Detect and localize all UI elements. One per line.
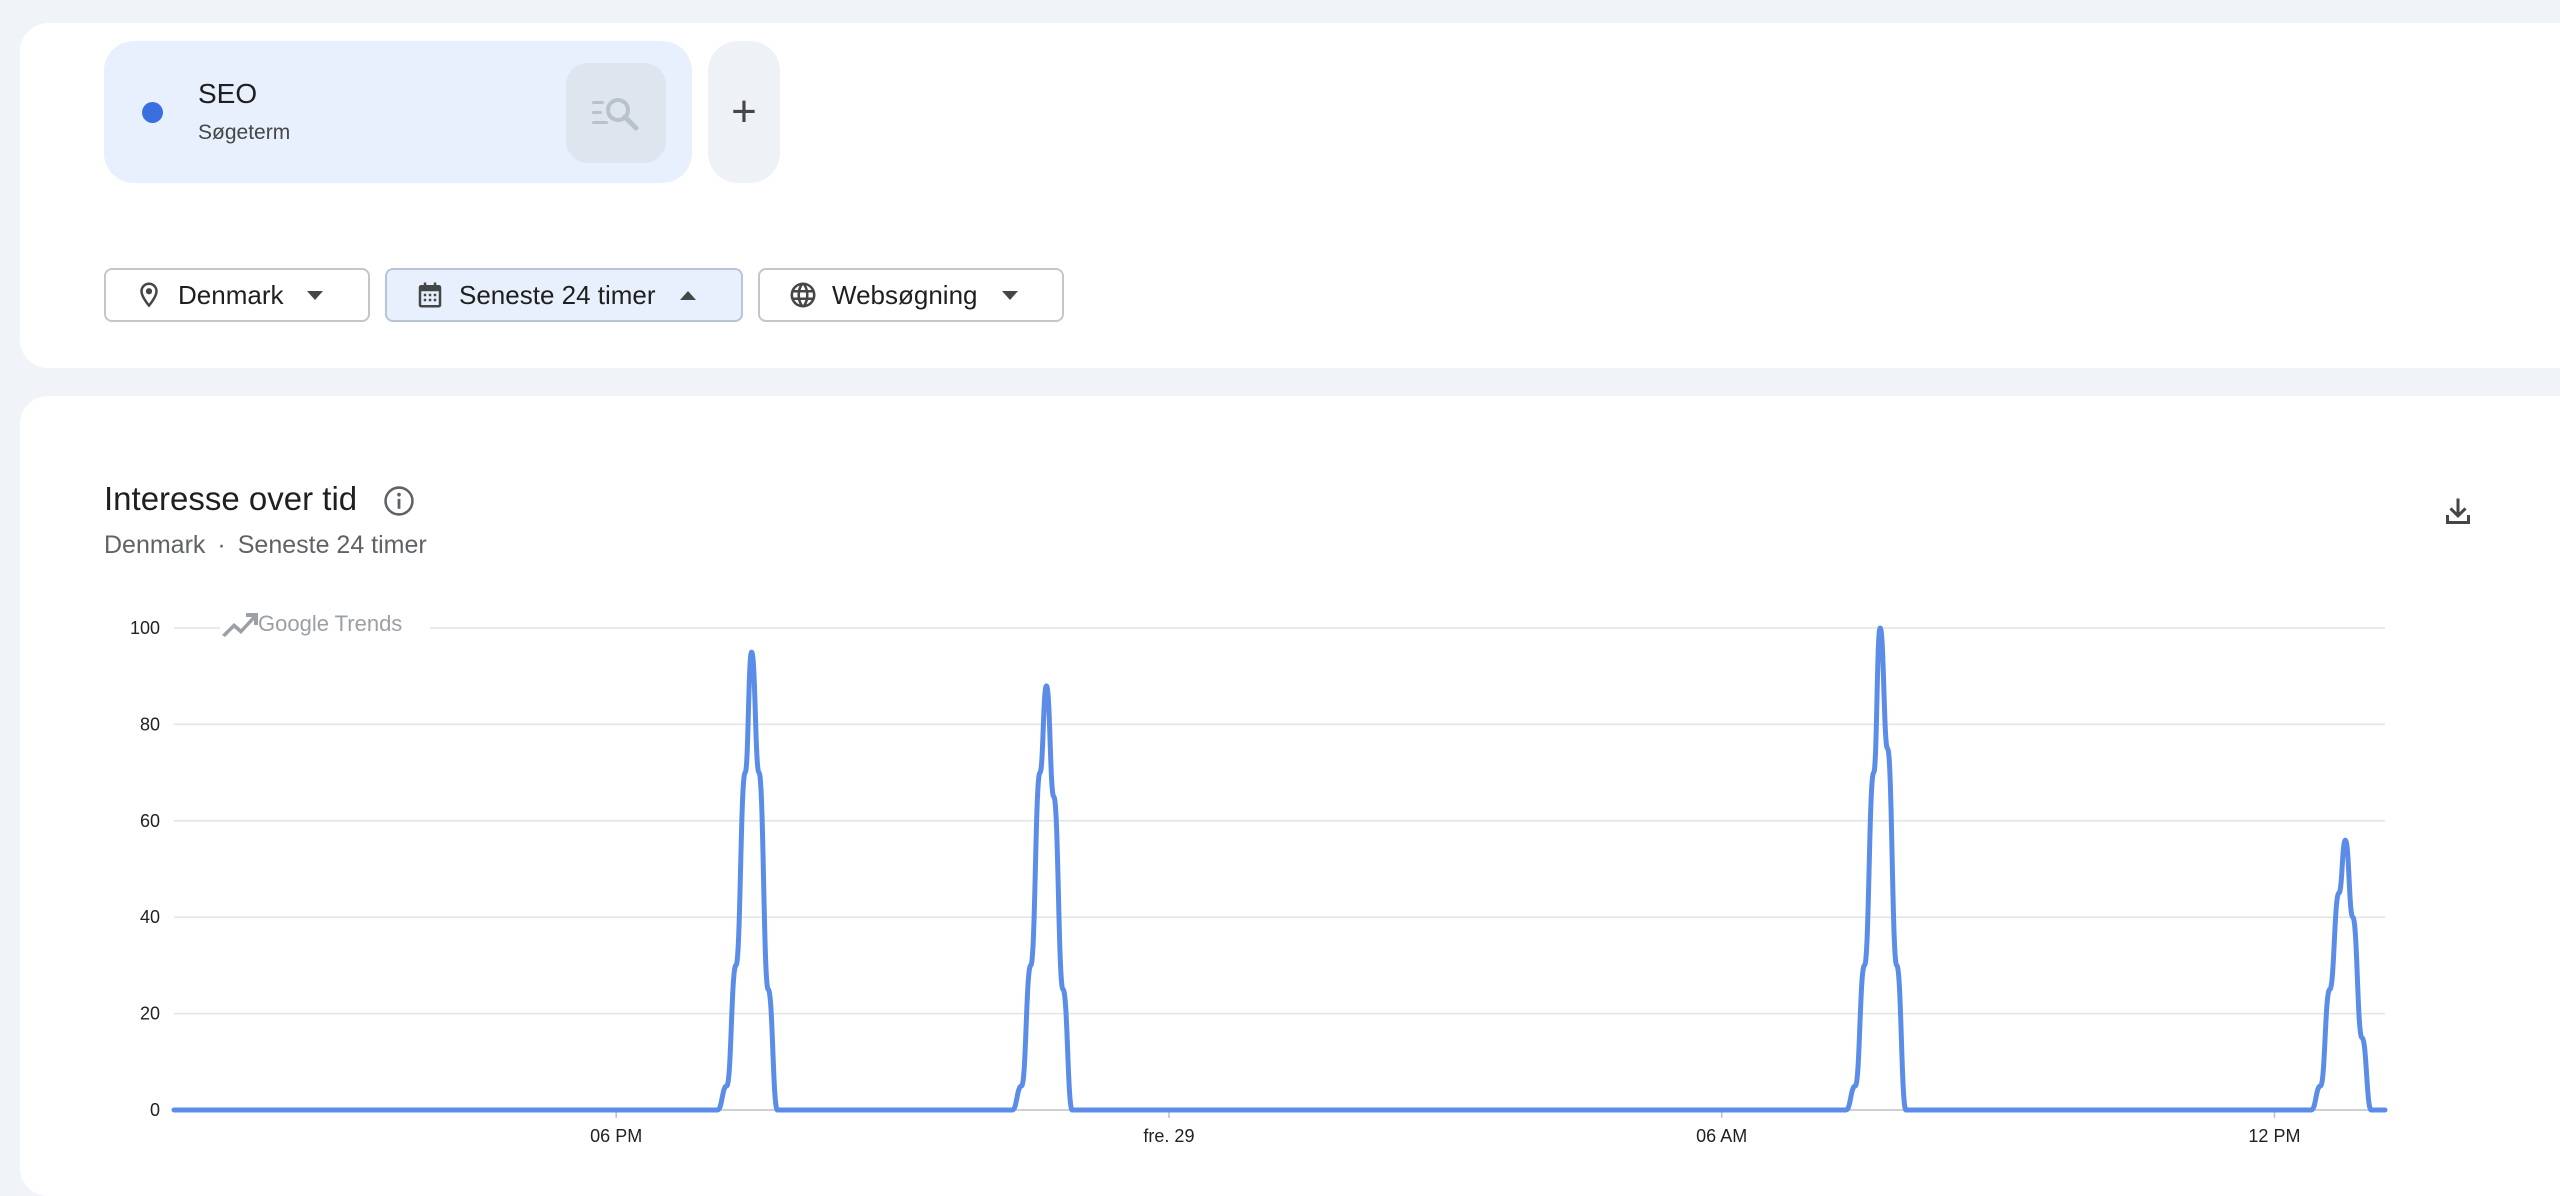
search-panel: SEO Søgeterm + Denmark Seneste 24 timer bbox=[20, 23, 2560, 368]
time-range-filter-dropdown[interactable]: Seneste 24 timer bbox=[385, 268, 743, 322]
calendar-icon bbox=[415, 280, 445, 310]
chevron-up-icon bbox=[679, 290, 696, 300]
y-tick-label: 20 bbox=[140, 1004, 160, 1024]
y-tick-label: 60 bbox=[140, 811, 160, 831]
chevron-down-icon bbox=[1001, 290, 1018, 300]
globe-icon bbox=[788, 280, 818, 310]
google-trends-watermark: Google Trends bbox=[220, 606, 430, 642]
search-type-filter-dropdown[interactable]: Websøgning bbox=[758, 268, 1064, 322]
time-range-filter-label: Seneste 24 timer bbox=[459, 279, 656, 310]
search-term-chip[interactable]: SEO Søgeterm bbox=[104, 41, 692, 183]
search-list-icon bbox=[592, 98, 639, 131]
add-comparison-button[interactable]: + bbox=[708, 41, 780, 183]
search-type-filter-label: Websøgning bbox=[832, 279, 978, 310]
location-pin-icon bbox=[134, 280, 164, 310]
interest-series-line bbox=[171, 625, 2388, 1113]
series-color-dot bbox=[142, 102, 163, 123]
x-tick-label: 06 PM bbox=[590, 1126, 642, 1146]
interest-line-chart: 0 20 40 60 80 100 06 PM fre. 29 06 AM 12 PM Googl… bbox=[130, 606, 2388, 1146]
y-tick-label: 100 bbox=[130, 618, 160, 638]
x-tick-label: 06 AM bbox=[1696, 1126, 1747, 1146]
y-tick-label: 80 bbox=[140, 714, 160, 734]
plus-icon: + bbox=[731, 87, 757, 136]
search-refine-button[interactable] bbox=[566, 63, 666, 163]
search-term-name: SEO bbox=[198, 78, 258, 109]
x-tick-label: fre. 29 bbox=[1143, 1126, 1194, 1146]
chevron-down-icon bbox=[307, 290, 324, 300]
location-filter-dropdown[interactable]: Denmark bbox=[104, 268, 370, 322]
y-tick-label: 40 bbox=[140, 907, 160, 927]
location-filter-label: Denmark bbox=[178, 279, 284, 310]
y-tick-label: 0 bbox=[150, 1100, 160, 1120]
search-term-type: Søgeterm bbox=[198, 121, 291, 144]
watermark-text: Google Trends bbox=[258, 611, 402, 636]
x-tick-label: 12 PM bbox=[2248, 1126, 2300, 1146]
interest-over-time-card: Interesse over tid Denmark · Seneste 24 ti… bbox=[20, 396, 2560, 1196]
